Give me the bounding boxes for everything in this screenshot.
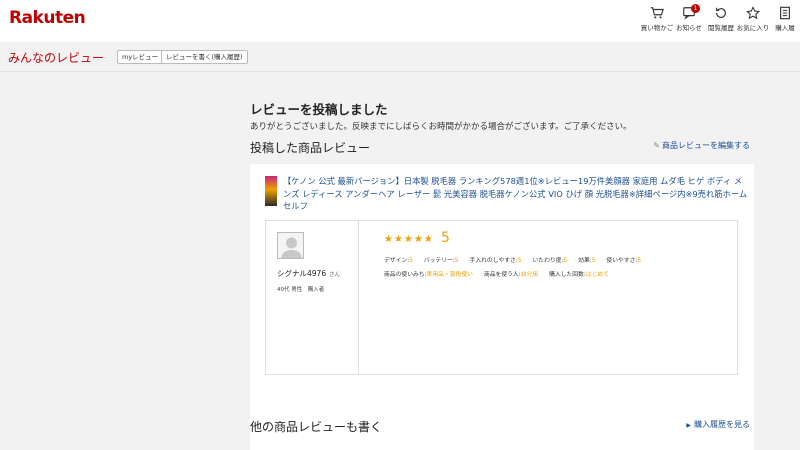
reviewer-honorific: さん [329, 272, 341, 278]
confirmation-title: レビューを投稿しました [250, 102, 388, 117]
nav-notifications[interactable]: 1 お知らせ [674, 4, 704, 32]
nav-purchase-history-label: 購入履 [775, 24, 795, 32]
edit-review-link[interactable]: ✎ 商品レビューを編集する [653, 140, 750, 151]
sub-header: みんなのレビュー myレビュー レビューを書く(購入履歴) [0, 42, 800, 72]
criteria-item: デザイン:5 [384, 258, 413, 264]
rakuten-logo[interactable]: Rakuten [9, 8, 86, 28]
usage-item: 商品を使う人:自分用 [483, 272, 539, 278]
reviewer-panel: シグナル4976 さん 40代 男性 購入者 [266, 221, 359, 374]
criteria-ratings: デザイン:5 バッテリー:5 手入れのしやすさ:5 いたわり度:5 効果:5 使… [384, 255, 652, 264]
other-products-card [250, 440, 754, 450]
posted-section-title: 投稿した商品レビュー [250, 141, 371, 155]
caret-right-icon: ▶ [686, 422, 691, 429]
pencil-icon: ✎ [653, 141, 660, 150]
nav-favorites[interactable]: お気に入り [736, 6, 770, 32]
receipt-icon [780, 6, 790, 20]
write-review-button[interactable]: レビューを書く(購入履歴) [161, 50, 248, 64]
usage-item: 購入した回数:はじめて [549, 272, 610, 278]
usage-item: 商品の使いみち:実用品・普段使い [384, 272, 473, 278]
nav-cart-label: 買い物かご [640, 24, 674, 32]
reviewer-meta: 40代 男性 購入者 [277, 287, 325, 293]
criteria-item: 手入れのしやすさ:5 [469, 258, 522, 264]
top-header: Rakuten 買い物かご 1 お知らせ 閲覧履歴 お気に入り 購入履 [0, 0, 800, 42]
nav-purchase-history[interactable]: 購入履 [770, 6, 800, 32]
star-icon [746, 6, 760, 20]
avatar [277, 232, 304, 259]
notification-badge: 1 [691, 4, 700, 13]
criteria-item: いたわり度:5 [532, 258, 568, 264]
criteria-item: 効果:5 [578, 258, 596, 264]
reviewer-name: シグナル4976 さん [277, 268, 340, 279]
nav-history[interactable]: 閲覧履歴 [706, 6, 736, 32]
confirmation-message: ありがとうございました。反映までにしばらくお時間がかかる場合がございます。ご了承… [250, 122, 632, 132]
history-icon [716, 7, 726, 18]
cart-icon [650, 7, 664, 19]
nav-cart[interactable]: 買い物かご [640, 6, 674, 32]
posted-review-card: 【ケノン 公式 最新バージョン】日本製 脱毛器 ランキング578週1位※レビュー… [250, 164, 754, 450]
nav-favorites-label: お気に入り [736, 24, 770, 32]
nav-notifications-label: お知らせ [676, 24, 702, 32]
rating-stars: ★★★★★ [384, 234, 434, 245]
other-section-title: 他の商品レビューも書く [250, 420, 383, 434]
reviewer-name-text: シグナル4976 [277, 269, 327, 278]
review-box: シグナル4976 さん 40代 男性 購入者 ★★★★★ 5 デザイン:5 バッテ… [265, 220, 738, 375]
criteria-item: 使いやすさ:5 [606, 258, 642, 264]
product-thumbnail[interactable] [265, 176, 277, 206]
criteria-item: バッテリー:5 [423, 258, 459, 264]
my-review-button[interactable]: myレビュー [117, 50, 164, 64]
purchase-history-link[interactable]: ▶ 購入履歴を見る [686, 419, 750, 430]
rating-score: 5 [441, 230, 450, 246]
product-title-link[interactable]: 【ケノン 公式 最新バージョン】日本製 脱毛器 ランキング578週1位※レビュー… [283, 175, 749, 213]
edit-review-label: 商品レビューを編集する [662, 141, 750, 150]
usage-info: 商品の使いみち:実用品・普段使い 商品を使う人:自分用 購入した回数:はじめて [384, 269, 620, 278]
user-silhouette-icon [281, 237, 302, 258]
purchase-history-label: 購入履歴を見る [694, 420, 750, 429]
reviews-title[interactable]: みんなのレビュー [8, 49, 104, 66]
nav-history-label: 閲覧履歴 [708, 24, 734, 32]
header-nav: 買い物かご 1 お知らせ 閲覧履歴 お気に入り 購入履 [640, 4, 800, 32]
